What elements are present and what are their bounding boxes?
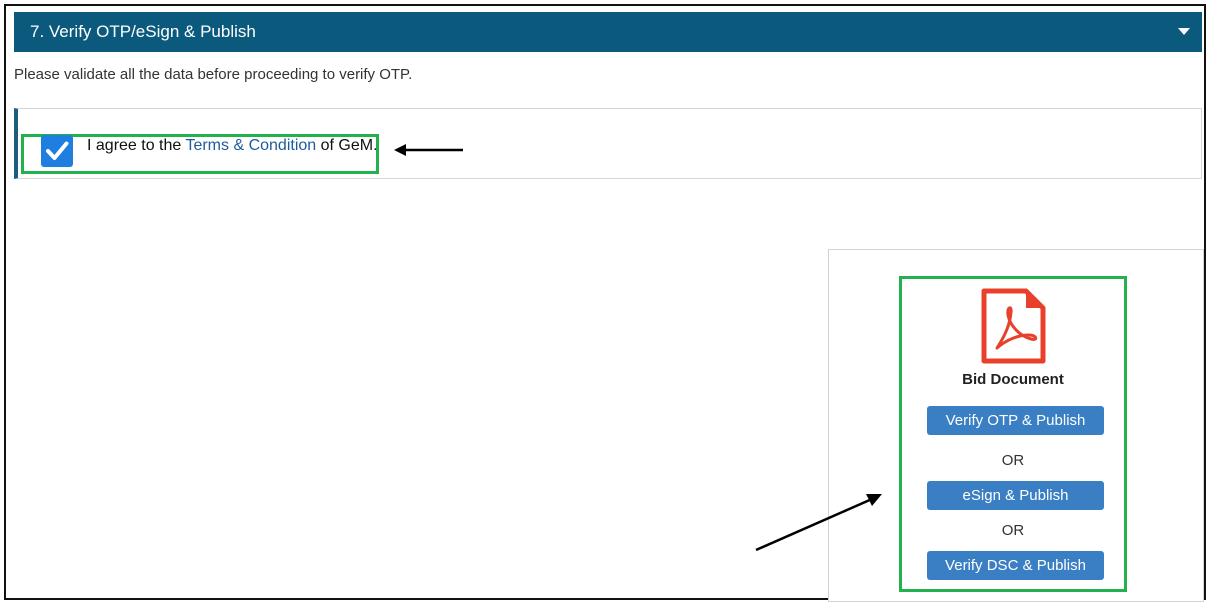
screenshot-frame: 7. Verify OTP/eSign & Publish Please val…	[4, 4, 1206, 602]
left-arrow-icon	[394, 144, 463, 156]
verify-dsc-publish-button[interactable]: Verify DSC & Publish	[927, 551, 1104, 580]
verify-otp-publish-button[interactable]: Verify OTP & Publish	[927, 406, 1104, 435]
or-separator: OR	[1001, 522, 1025, 539]
bid-document-title: Bid Document	[962, 371, 1064, 388]
esign-publish-button[interactable]: eSign & Publish	[927, 481, 1104, 510]
section-header[interactable]: 7. Verify OTP/eSign & Publish	[14, 12, 1202, 52]
terms-link[interactable]: Terms & Condition	[185, 137, 316, 154]
section-title: 7. Verify OTP/eSign & Publish	[30, 22, 256, 41]
diagonal-arrow-icon	[755, 494, 882, 552]
agreement-text-before: I agree to the	[87, 137, 186, 154]
instruction-text: Please validate all the data before proc…	[14, 66, 413, 83]
agreement-text: I agree to the Terms & Condition of GeM.	[87, 137, 378, 155]
or-separator: OR	[1001, 452, 1025, 469]
checkmark-icon	[46, 141, 69, 160]
terms-checkbox[interactable]	[41, 135, 73, 167]
pdf-icon[interactable]	[980, 288, 1046, 364]
collapse-caret-icon[interactable]	[1178, 28, 1190, 35]
agreement-text-after: of GeM.	[316, 137, 378, 154]
